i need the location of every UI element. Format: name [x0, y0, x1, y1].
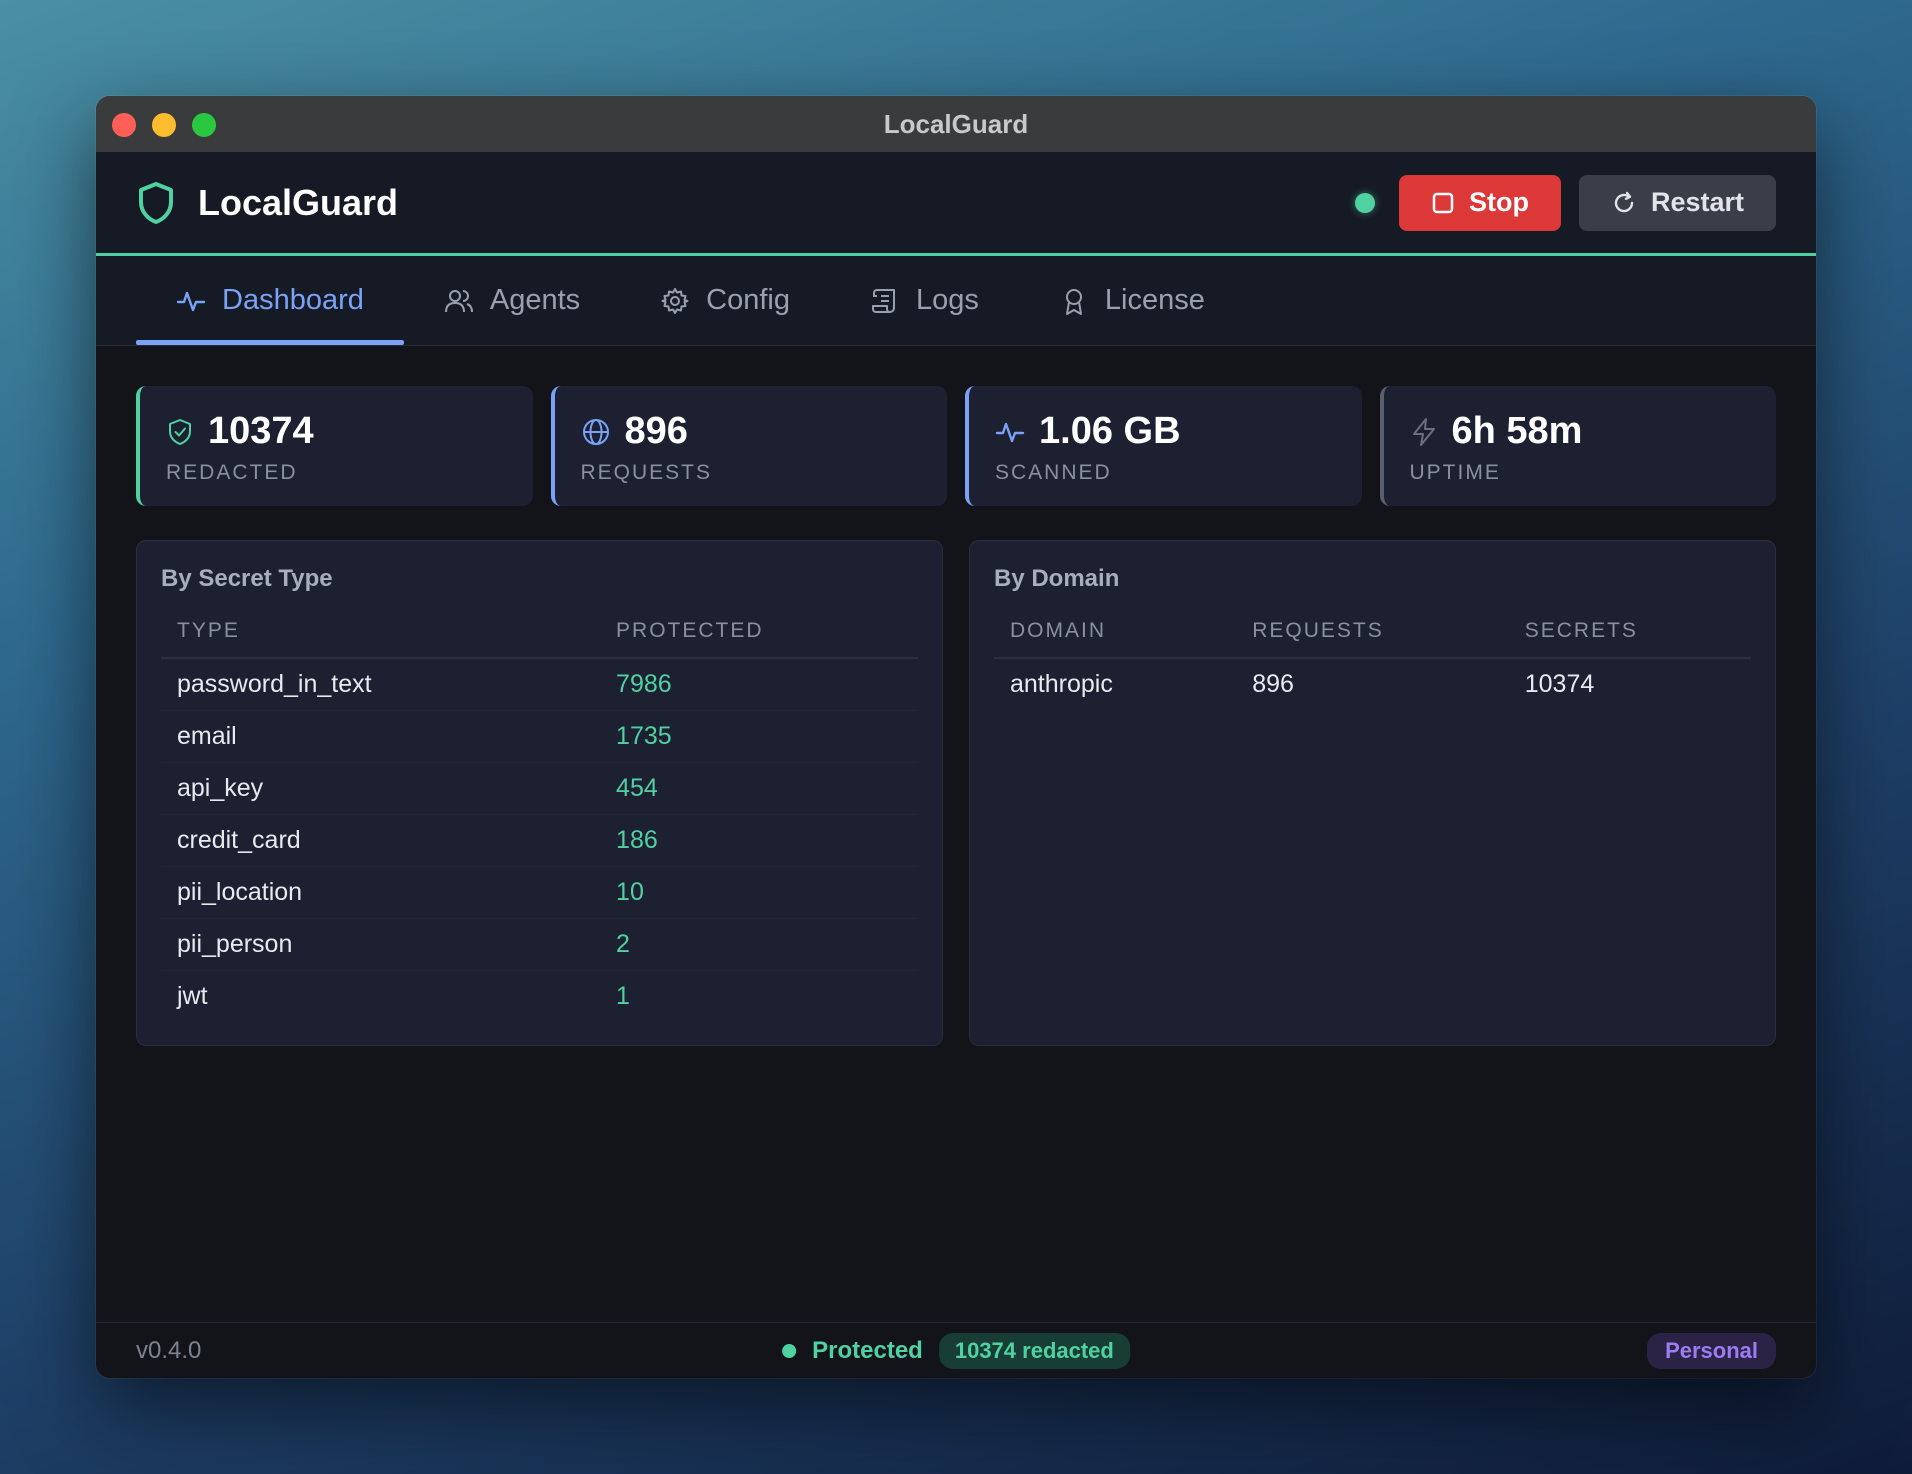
brand: LocalGuard: [136, 181, 398, 225]
tab-agents[interactable]: Agents: [404, 256, 620, 345]
secret-type-cell: password_in_text: [161, 658, 601, 711]
title-bar: LocalGuard: [96, 96, 1816, 152]
stat-value: 10374: [208, 410, 314, 452]
stat-card-scanned: 1.06 GB SCANNED: [965, 386, 1362, 506]
protected-count-cell: 7986: [600, 658, 918, 711]
minimize-window-button[interactable]: [152, 113, 176, 137]
stop-square-icon: [1431, 191, 1455, 215]
table-row: password_in_text 7986: [161, 658, 918, 711]
table-row: pii_location 10: [161, 866, 918, 919]
stat-value: 896: [624, 410, 688, 452]
users-icon: [444, 286, 474, 316]
brand-name: LocalGuard: [198, 181, 399, 223]
protected-status-text: Protected: [812, 1336, 923, 1364]
table-row: pii_person 2: [161, 918, 918, 971]
award-icon: [1059, 286, 1089, 316]
protection-status: Protected 10374 redacted: [782, 1332, 1130, 1369]
secret-type-table: TYPE PROTECTED password_in_text 7986 ema…: [161, 619, 918, 1022]
stats-row: 10374 REDACTED 896 REQUESTS 1.06 GB SCAN…: [136, 386, 1776, 506]
secret-type-cell: pii_location: [161, 866, 601, 919]
globe-icon: [581, 417, 611, 447]
stat-card-redacted: 10374 REDACTED: [136, 386, 533, 506]
protected-indicator: [782, 1343, 797, 1358]
status-footer: v0.4.0 Protected 10374 redacted Personal: [96, 1322, 1816, 1378]
column-header: TYPE: [161, 619, 601, 659]
protected-count-cell: 10: [600, 866, 918, 919]
secret-type-cell: credit_card: [161, 814, 601, 867]
table-row: credit_card 186: [161, 814, 918, 867]
scroll-icon: [870, 286, 900, 316]
protected-count-cell: 1735: [600, 710, 918, 763]
tab-label: Agents: [489, 284, 581, 316]
table-row: email 1735: [161, 710, 918, 763]
activity-icon: [995, 417, 1025, 447]
column-header: PROTECTED: [600, 619, 918, 659]
protected-count-cell: 1: [616, 981, 630, 1010]
column-header: REQUESTS: [1236, 619, 1509, 659]
column-header: SECRETS: [1508, 619, 1751, 659]
refresh-icon: [1611, 190, 1637, 216]
secret-type-panel: By Secret Type TYPE PROTECTED password_i…: [136, 540, 943, 1046]
shield-logo-icon: [136, 181, 176, 225]
window-title: LocalGuard: [883, 108, 1029, 139]
panel-title: By Domain: [994, 565, 1120, 592]
plan-badge: Personal: [1647, 1332, 1776, 1369]
table-row: api_key 454: [161, 762, 918, 815]
tab-label: Config: [706, 284, 790, 316]
domain-panel: By Domain DOMAIN REQUESTS SECRETS anthro…: [969, 540, 1776, 1046]
secrets-cell: 10374: [1524, 670, 1595, 698]
protected-count-cell: 454: [600, 762, 918, 815]
stat-label: SCANNED: [995, 461, 1112, 484]
secret-type-cell: pii_person: [161, 918, 601, 971]
restart-button-label: Restart: [1650, 187, 1744, 217]
tab-dashboard[interactable]: Dashboard: [136, 256, 404, 345]
stat-card-requests: 896 REQUESTS: [550, 386, 947, 506]
tab-label: Dashboard: [222, 284, 364, 316]
domain-cell: anthropic: [1010, 670, 1113, 698]
table-row: jwt 1: [161, 970, 918, 1022]
dashboard-content: 10374 REDACTED 896 REQUESTS 1.06 GB SCAN…: [96, 346, 1816, 1046]
shield-check-icon: [166, 418, 194, 446]
stop-button-label: Stop: [1468, 187, 1529, 217]
requests-cell: 896: [1252, 670, 1294, 698]
tab-bar: Dashboard Agents Config Logs License: [96, 256, 1816, 346]
stop-button[interactable]: Stop: [1398, 174, 1561, 231]
close-window-button[interactable]: [112, 113, 136, 137]
tab-license[interactable]: License: [1019, 256, 1245, 345]
activity-icon: [176, 286, 206, 316]
panel-title: By Secret Type: [161, 565, 333, 592]
table-row: anthropic 896 10374: [994, 658, 1751, 710]
secret-type-cell: jwt: [177, 981, 208, 1010]
protected-count-cell: 186: [600, 814, 918, 867]
gear-icon: [660, 286, 690, 316]
stat-label: REQUESTS: [580, 461, 713, 484]
tab-config[interactable]: Config: [620, 256, 830, 345]
tab-label: License: [1104, 284, 1205, 316]
zoom-window-button[interactable]: [192, 113, 216, 137]
domain-table: DOMAIN REQUESTS SECRETS anthropic 896 10…: [994, 619, 1751, 710]
app-window: LocalGuard LocalGuard Stop Restart Dashb…: [96, 96, 1816, 1378]
app-header: LocalGuard Stop Restart: [96, 152, 1816, 256]
redacted-count-badge: 10374 redacted: [938, 1332, 1130, 1369]
stat-value: 1.06 GB: [1039, 410, 1181, 452]
restart-button[interactable]: Restart: [1578, 174, 1776, 231]
stat-value: 6h 58m: [1451, 410, 1583, 452]
secret-type-cell: api_key: [161, 762, 601, 815]
panels-row: By Secret Type TYPE PROTECTED password_i…: [136, 540, 1776, 1046]
stat-card-uptime: 6h 58m UPTIME: [1379, 386, 1776, 506]
stat-label: REDACTED: [166, 461, 298, 484]
column-header: DOMAIN: [994, 619, 1237, 659]
version-label: v0.4.0: [136, 1336, 202, 1364]
tab-logs[interactable]: Logs: [830, 256, 1019, 345]
window-controls: [112, 113, 216, 137]
secret-type-cell: email: [161, 710, 601, 763]
protected-count-cell: 2: [600, 918, 918, 971]
running-status-indicator: [1354, 192, 1375, 213]
header-actions: Stop Restart: [1354, 174, 1776, 231]
lightning-icon: [1410, 417, 1438, 447]
tab-label: Logs: [916, 284, 979, 316]
stat-label: UPTIME: [1409, 461, 1501, 484]
